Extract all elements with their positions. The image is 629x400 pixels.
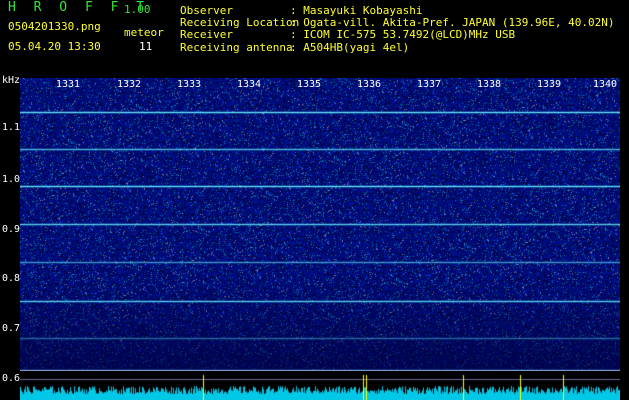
meteor-count: 11 bbox=[139, 40, 153, 53]
x-tick-1331: 1331 bbox=[56, 79, 81, 90]
y-tick-0.8: 0.8 bbox=[2, 273, 21, 284]
meteor-label: meteor bbox=[124, 26, 164, 39]
file-name: 0504201330.png bbox=[8, 20, 101, 33]
signal-strength-strip bbox=[20, 371, 620, 400]
x-tick-1335: 1335 bbox=[297, 79, 322, 90]
receiver-value: : ICOM IC-575 53.7492(@LCD)MHz USB bbox=[290, 28, 516, 41]
x-tick-1336: 1336 bbox=[357, 79, 382, 90]
x-tick-1340: 1340 bbox=[593, 79, 618, 90]
y-tick-0.6: 0.6 bbox=[2, 373, 21, 384]
x-tick-1332: 1332 bbox=[117, 79, 142, 90]
y-tick-1.0: 1.0 bbox=[2, 174, 21, 185]
app-version: 1.00 bbox=[124, 3, 151, 16]
antenna-value: : A504HB(yagi 4el) bbox=[290, 41, 410, 54]
antenna-label: Receiving antenna bbox=[180, 41, 293, 54]
date-time: 05.04.20 13:30 bbox=[8, 40, 101, 53]
y-tick-0.7: 0.7 bbox=[2, 323, 21, 334]
x-tick-1337: 1337 bbox=[417, 79, 442, 90]
y-tick-0.9: 0.9 bbox=[2, 224, 21, 235]
x-tick-1339: 1339 bbox=[537, 79, 562, 90]
x-tick-1333: 1333 bbox=[177, 79, 202, 90]
spectrogram-waterfall bbox=[20, 78, 620, 371]
y-tick-1.1: 1.1 bbox=[2, 122, 21, 133]
receiver-label: Receiver bbox=[180, 28, 233, 41]
x-tick-1334: 1334 bbox=[237, 79, 262, 90]
y-axis-unit: kHz bbox=[2, 75, 21, 86]
x-tick-1338: 1338 bbox=[477, 79, 502, 90]
